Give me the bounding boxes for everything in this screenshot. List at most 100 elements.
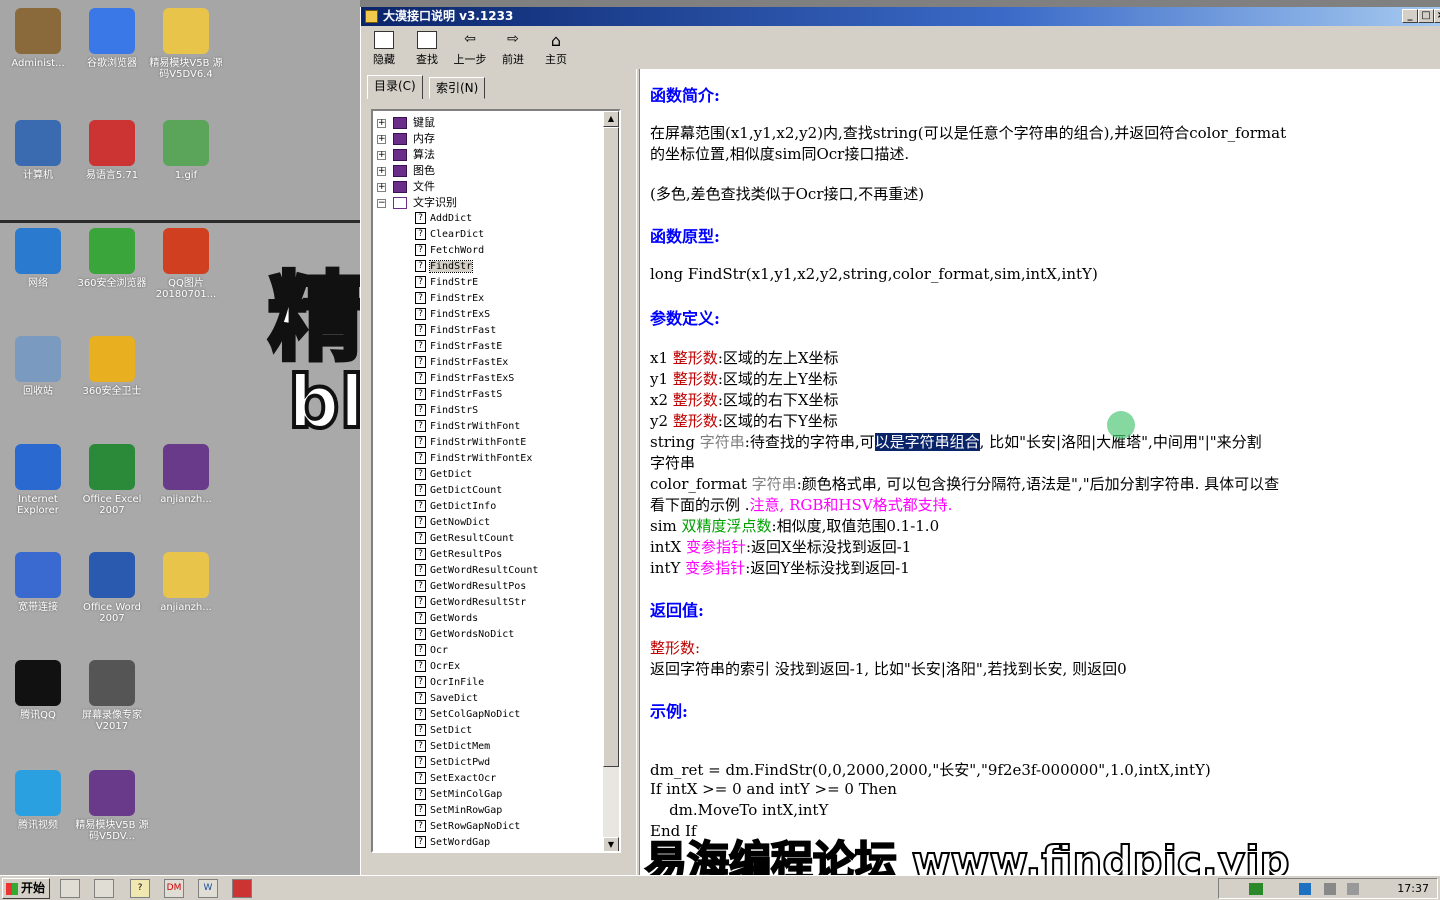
tree-topic[interactable]: ? SetWordGap — [415, 835, 490, 851]
expand-icon[interactable]: + — [377, 135, 386, 144]
desktop-icon[interactable]: 易语言5.71 — [74, 120, 150, 181]
tree-topic[interactable]: ? SetMinRowGap — [415, 803, 502, 819]
desktop-icon[interactable]: 计算机 — [0, 120, 76, 181]
expand-icon[interactable]: + — [377, 183, 386, 192]
tree-topic[interactable]: ? FindStrFastE — [415, 339, 502, 355]
desktop-icon[interactable]: 精易模块V5B 源码V5DV... — [74, 770, 150, 842]
desktop-icon[interactable]: 屏幕录像专家V2017 — [74, 660, 150, 732]
collapse-icon[interactable]: − — [377, 199, 386, 208]
tree-topic[interactable]: ? GetWordsNoDict — [415, 627, 514, 643]
tree-topic[interactable]: ? FindStr — [415, 259, 474, 275]
tree-topic[interactable]: ? SetDictMem — [415, 739, 490, 755]
desktop-icon[interactable]: 回收站 — [0, 336, 76, 397]
desktop-icon[interactable]: QQ图片 20180701... — [148, 228, 224, 300]
tree-topic[interactable]: ? FindStrWithFontE — [415, 435, 526, 451]
desktop-icon[interactable]: 精易模块V5B 源码V5DV6.4 — [148, 8, 224, 80]
clock[interactable]: 17:37 — [1397, 879, 1429, 898]
desktop-icon[interactable]: 360安全浏览器 — [74, 228, 150, 289]
tree-topic[interactable]: ? FindStrEx — [415, 291, 484, 307]
tree-topic[interactable]: ? GetDictInfo — [415, 499, 496, 515]
minimize-button[interactable]: _ — [1402, 9, 1418, 23]
tree-topic[interactable]: ? FindStrFast — [415, 323, 496, 339]
network-icon[interactable] — [1324, 883, 1336, 895]
tree-topic[interactable]: ? SetMinColGap — [415, 787, 502, 803]
scroll-up-button[interactable]: ▲ — [603, 111, 619, 127]
quicklaunch-word[interactable]: W — [198, 879, 218, 898]
tray-icon[interactable] — [1249, 883, 1263, 895]
tree-scrollbar[interactable]: ▲ ▼ — [603, 111, 619, 851]
quicklaunch-item[interactable] — [60, 879, 80, 898]
tree-topic[interactable]: ? OcrEx — [415, 659, 460, 675]
scroll-down-button[interactable]: ▼ — [603, 837, 619, 851]
tree-topic[interactable]: ? FindStrWithFont — [415, 419, 520, 435]
tree-topic[interactable]: ? OcrInFile — [415, 675, 484, 691]
tree-topic[interactable]: ? FindStrS — [415, 403, 478, 419]
find-button[interactable]: 查找 — [407, 29, 447, 67]
tree-topic[interactable]: ? GetWordResultStr — [415, 595, 526, 611]
param-x2: x2 整形数:区域的右下X坐标 — [650, 389, 839, 410]
desktop-icon[interactable]: 宽带连接 — [0, 552, 76, 613]
desktop-icon[interactable]: 谷歌浏览器 — [74, 8, 150, 69]
desktop-icon[interactable]: 1.gif — [148, 120, 224, 181]
expand-icon[interactable]: + — [377, 119, 386, 128]
tree-topic[interactable]: ? GetResultCount — [415, 531, 514, 547]
desktop-icon[interactable]: Office Excel 2007 — [74, 444, 150, 516]
tree-topic[interactable]: ?SetWordGapNoDict — [415, 851, 526, 853]
tree-topic[interactable]: ? ClearDict — [415, 227, 484, 243]
tree-topic[interactable]: ? FindStrFastS — [415, 387, 502, 403]
tree-topic[interactable]: ? FindStrWithFontEx — [415, 451, 532, 467]
tray-icon[interactable] — [1299, 883, 1311, 895]
tree-topic[interactable]: ? GetWords — [415, 611, 478, 627]
hide-button[interactable]: 隐藏 — [364, 29, 404, 67]
tree-topic[interactable]: ? FetchWord — [415, 243, 484, 259]
title-bar[interactable]: 大漠接口说明 v3.1233 _ □ × — [361, 7, 1440, 26]
desktop-icon[interactable]: anjianzh... — [148, 552, 224, 613]
tree-topic[interactable]: ? SetRowGapNoDict — [415, 819, 520, 835]
back-button[interactable]: ⇦ 上一步 — [449, 29, 491, 67]
tree-topic[interactable]: ? FindStrExS — [415, 307, 490, 323]
tree-topic-label: FindStrWithFontEx — [430, 453, 533, 464]
tree-topic[interactable]: ? GetResultPos — [415, 547, 502, 563]
expand-icon[interactable]: + — [377, 167, 386, 176]
tree-topic[interactable]: ? SaveDict — [415, 691, 478, 707]
quicklaunch-item[interactable] — [232, 879, 252, 898]
scroll-thumb[interactable] — [603, 127, 619, 767]
tree-topic[interactable]: ? GetDict — [415, 467, 472, 483]
tree-topic[interactable]: ? GetWordResultPos — [415, 579, 526, 595]
tree-topic[interactable]: ? GetNowDict — [415, 515, 490, 531]
forward-button[interactable]: ⇨ 前进 — [493, 29, 533, 67]
desktop-icon[interactable]: Internet Explorer — [0, 444, 76, 516]
expand-icon[interactable]: + — [377, 151, 386, 160]
close-button[interactable]: × — [1434, 9, 1440, 23]
desktop-icon[interactable]: Administ... — [0, 8, 76, 69]
tree-topic[interactable]: ? AddDict — [415, 211, 472, 227]
shortcut-icon — [89, 228, 135, 274]
tree-topic[interactable]: ? FindStrFastEx — [415, 355, 508, 371]
desktop-icon[interactable]: anjianzh... — [148, 444, 224, 505]
maximize-button[interactable]: □ — [1418, 9, 1434, 23]
tree-topic[interactable]: ? SetDictPwd — [415, 755, 490, 771]
tree-topic[interactable]: ? Ocr — [415, 643, 448, 659]
volume-icon[interactable] — [1347, 883, 1359, 895]
tab-index[interactable]: 索引(N) — [429, 77, 486, 99]
selected-text[interactable]: 以是字符串组合 — [874, 433, 980, 451]
tree-topic[interactable]: ? GetDictCount — [415, 483, 502, 499]
home-button[interactable]: ⌂ 主页 — [536, 29, 576, 67]
quicklaunch-item[interactable] — [94, 879, 114, 898]
tree-topic[interactable]: ? FindStrFastExS — [415, 371, 514, 387]
desktop-icon[interactable]: 腾讯视频 — [0, 770, 76, 831]
shortcut-icon — [15, 120, 61, 166]
desktop-icon[interactable]: Office Word 2007 — [74, 552, 150, 624]
tab-contents[interactable]: 目录(C) — [367, 75, 423, 99]
tree-topic[interactable]: ? GetWordResultCount — [415, 563, 538, 579]
start-button[interactable]: 开始 — [2, 878, 50, 899]
tree-topic[interactable]: ? SetExactOcr — [415, 771, 496, 787]
tree-topic[interactable]: ? SetColGapNoDict — [415, 707, 520, 723]
desktop-icon[interactable]: 网络 — [0, 228, 76, 289]
quicklaunch-dm[interactable]: DM — [164, 879, 184, 898]
desktop-icon[interactable]: 腾讯QQ — [0, 660, 76, 721]
quicklaunch-help[interactable]: ? — [130, 879, 150, 898]
tree-topic[interactable]: ? FindStrE — [415, 275, 478, 291]
tree-topic[interactable]: ? SetDict — [415, 723, 472, 739]
desktop-icon[interactable]: 360安全卫士 — [74, 336, 150, 397]
